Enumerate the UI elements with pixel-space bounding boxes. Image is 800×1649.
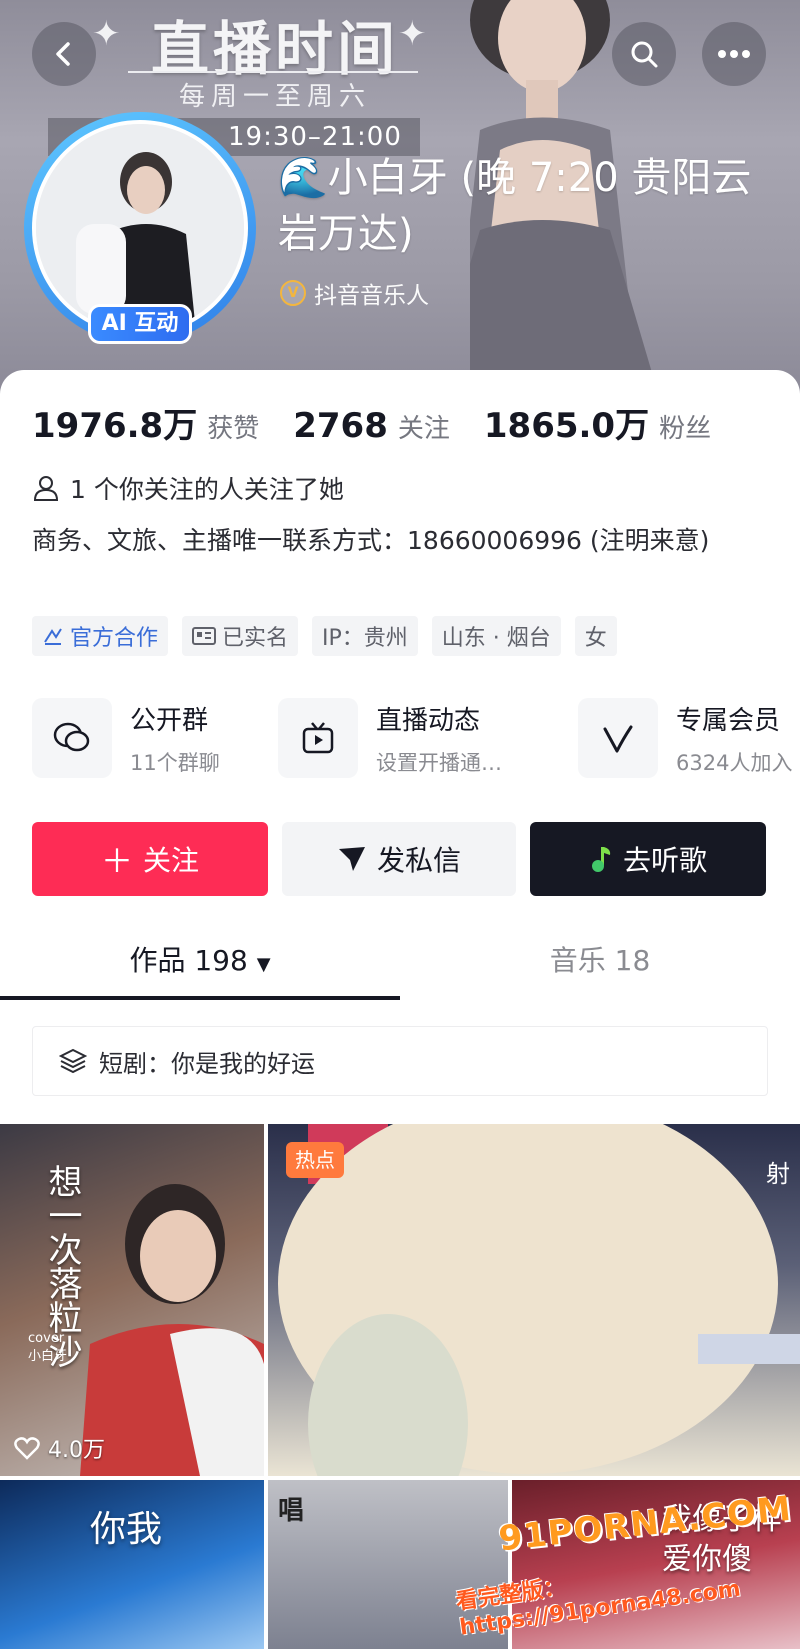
video-overlay-text: 射 <box>766 1160 790 1188</box>
tag-label: 已实名 <box>222 626 289 651</box>
tab-works[interactable]: 作品 198 ▼ <box>0 926 400 996</box>
followers-count[interactable]: 1865.0万 <box>484 398 649 447</box>
feature-subtitle: 11个群聊 <box>130 750 220 775</box>
video-cover-text: cover 小白牙 <box>28 1331 68 1364</box>
more-icon <box>718 50 750 58</box>
mutual-follow-text: 1 个你关注的人关注了她 <box>70 475 344 504</box>
active-tab-indicator <box>0 996 400 1000</box>
feature-title: 专属会员 <box>676 705 781 736</box>
tag-label: 山东 · 烟台 <box>441 626 551 651</box>
verified-icon: V <box>280 280 306 306</box>
profile-banner: ✦ ✦ 直播时间 每周一至周六 19:30–21:00 AI 互动 🌊小白牙 (… <box>0 0 800 400</box>
video-overlay-text: 唱 <box>278 1496 305 1526</box>
cooperation-icon <box>44 628 62 645</box>
search-button[interactable] <box>612 22 676 86</box>
tag-location: 山东 · 烟台 <box>431 616 561 656</box>
followers-label: 粉丝 <box>659 414 712 444</box>
profile-card: 1976.8万 获赞 2768 关注 1865.0万 粉丝 1 个你关注的人关注… <box>0 370 800 1096</box>
tab-works-label: 作品 198 <box>129 944 248 977</box>
profile-bio: 商务、文旅、主播唯一联系方式：18660006996 (注明来意) <box>32 526 710 555</box>
short-drama-label: 短剧：你是我的好运 <box>99 1049 315 1078</box>
feature-exclusive-membership[interactable]: 专属会员 6324人加入 <box>578 698 792 778</box>
likes-count-label: 4.0万 <box>48 1438 105 1463</box>
tag-gender: 女 <box>574 616 617 656</box>
banner-divider <box>128 71 418 73</box>
tag-label: IP：贵州 <box>322 626 408 651</box>
tag-ip: IP：贵州 <box>312 616 418 656</box>
profile-nickname: 🌊小白牙 (晚 7:20 贵阳云岩万达) <box>278 155 752 257</box>
short-drama-entry[interactable]: 短剧：你是我的好运 <box>32 1026 768 1096</box>
search-icon <box>631 41 658 68</box>
listen-music-button[interactable]: 去听歌 <box>530 822 766 896</box>
message-label: 发私信 <box>376 844 461 877</box>
tv-icon <box>278 698 358 778</box>
v-heart-icon <box>578 698 658 778</box>
following-label: 关注 <box>397 414 450 444</box>
message-button[interactable]: 发私信 <box>282 822 516 896</box>
id-card-icon <box>192 627 217 645</box>
likes-label: 获赞 <box>207 414 260 444</box>
video-thumbnail[interactable]: 想一次落粒沙 cover 小白牙 4.0万 <box>0 1124 264 1476</box>
follow-label: 关注 <box>143 844 200 877</box>
tab-music[interactable]: 音乐 18 <box>400 926 800 996</box>
content-tabs: 作品 198 ▼ 音乐 18 <box>0 926 800 996</box>
mutual-follow[interactable]: 1 个你关注的人关注了她 <box>32 470 344 506</box>
feature-title: 公开群 <box>130 705 209 736</box>
likes-count[interactable]: 1976.8万 <box>32 398 197 447</box>
feature-row: 公开群 11个群聊 直播动态 设置开播通… 专属会员 6324人加入 <box>32 698 800 788</box>
verification-badge: V 抖音音乐人 <box>280 276 429 310</box>
video-thumbnail[interactable]: 热点 射 <box>268 1124 800 1476</box>
tag-real-name[interactable]: 已实名 <box>182 616 299 656</box>
tab-music-label: 音乐 18 <box>549 944 651 977</box>
video-thumbnail[interactable]: 你我 <box>0 1480 264 1649</box>
profile-tags: 官方合作 已实名 IP：贵州 山东 · 烟台 女 <box>32 616 617 656</box>
video-cover <box>278 1124 800 1476</box>
chat-group-icon <box>32 698 112 778</box>
feature-live-updates[interactable]: 直播动态 设置开播通… <box>278 698 502 778</box>
following-count[interactable]: 2768 <box>293 406 388 446</box>
action-buttons: ＋ 关注 发私信 去听歌 <box>32 822 766 896</box>
caret-down-icon: ▼ <box>256 954 271 975</box>
profile-stats: 1976.8万 获赞 2768 关注 1865.0万 粉丝 <box>32 398 745 447</box>
banner-title: 直播时间 <box>150 15 399 83</box>
tag-label: 女 <box>584 626 607 651</box>
more-button[interactable] <box>702 22 766 86</box>
send-icon <box>338 847 365 871</box>
music-label: 去听歌 <box>622 844 707 877</box>
layers-icon <box>59 1048 87 1074</box>
music-note-icon <box>591 847 611 872</box>
verification-label: 抖音音乐人 <box>314 283 429 309</box>
feature-title: 直播动态 <box>376 705 481 736</box>
banner-subtitle: 每周一至周六 <box>178 82 371 112</box>
video-overlay-text: 你我 <box>90 1509 163 1550</box>
follow-button[interactable]: ＋ 关注 <box>32 822 268 896</box>
feature-subtitle: 6324人加入 <box>676 750 793 775</box>
tag-label: 官方合作 <box>70 626 159 651</box>
back-button[interactable] <box>32 22 96 86</box>
chevron-left-icon <box>56 42 70 66</box>
hot-badge: 热点 <box>286 1142 344 1178</box>
ai-interact-badge[interactable]: AI 互动 <box>88 304 192 344</box>
heart-icon <box>14 1437 40 1460</box>
person-icon <box>33 476 59 501</box>
video-likes: 4.0万 <box>14 1432 105 1464</box>
feature-subtitle: 设置开播通… <box>376 750 502 775</box>
feature-public-group[interactable]: 公开群 11个群聊 <box>32 698 220 778</box>
plus-icon: ＋ <box>100 842 133 880</box>
tag-official-cooperation[interactable]: 官方合作 <box>32 616 169 656</box>
